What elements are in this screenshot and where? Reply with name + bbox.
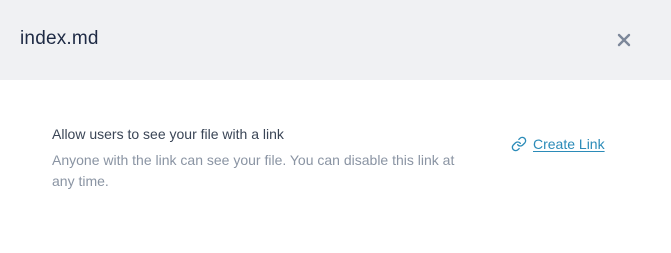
close-button[interactable]: [609, 25, 639, 55]
share-dialog: index.md Allow users to see your file wi…: [0, 0, 671, 253]
link-icon: [511, 136, 527, 152]
share-description: Anyone with the link can see your file. …: [52, 152, 455, 189]
close-icon: [617, 33, 631, 47]
share-section: Allow users to see your file with a link…: [52, 124, 472, 192]
create-link-label: Create Link: [533, 136, 605, 152]
dialog-title: index.md: [20, 28, 99, 49]
dialog-header: index.md: [0, 0, 671, 80]
share-heading: Allow users to see your file with a link: [52, 126, 284, 142]
create-link-button[interactable]: Create Link: [511, 134, 605, 154]
